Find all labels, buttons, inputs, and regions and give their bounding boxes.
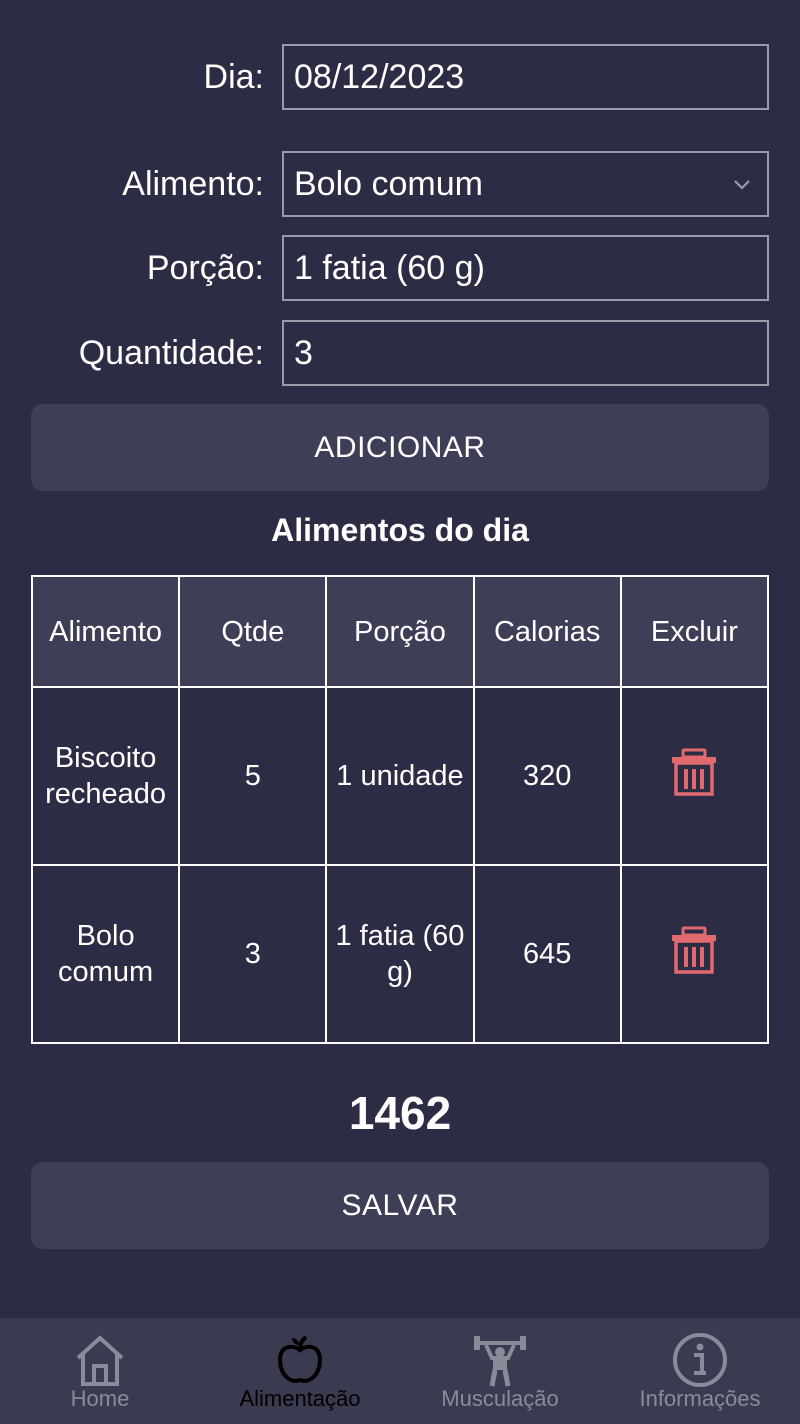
nav-item-alimentacao[interactable]: Alimentação bbox=[200, 1318, 400, 1424]
save-button[interactable]: SALVAR bbox=[31, 1162, 769, 1249]
chevron-down-icon bbox=[734, 180, 750, 190]
form-row-quantidade: Quantidade: 3 bbox=[0, 320, 800, 386]
form-row-alimento: Alimento: Bolo comum bbox=[0, 151, 800, 217]
porcao-input[interactable]: 1 fatia (60 g) bbox=[282, 235, 769, 301]
cell-porcao: 1 fatia (60 g) bbox=[325, 864, 475, 1044]
cell-alimento: Biscoito recheado bbox=[30, 686, 181, 866]
alimento-select[interactable]: Bolo comum bbox=[282, 151, 769, 217]
cell-calorias: 645 bbox=[472, 864, 622, 1044]
total-calories: 1462 bbox=[348, 1087, 452, 1139]
col-header-porcao: Porção bbox=[325, 575, 475, 688]
dia-input[interactable]: 08/12/2023 bbox=[282, 44, 769, 110]
table-row: Biscoito recheado 5 1 unidade 320 bbox=[30, 686, 770, 866]
food-table: Alimento Qtde Porção Calorias Excluir Bi… bbox=[30, 575, 770, 1044]
section-title: Alimentos do dia bbox=[271, 512, 529, 548]
col-header-alimento: Alimento bbox=[30, 575, 181, 688]
form-row-dia: Dia: 08/12/2023 bbox=[0, 44, 800, 110]
col-header-calorias: Calorias bbox=[472, 575, 622, 688]
apple-icon bbox=[277, 1335, 323, 1383]
cell-qtde: 3 bbox=[178, 864, 328, 1044]
food-log-page: Dia: 08/12/2023 Alimento: Bolo comum Por… bbox=[0, 0, 800, 1424]
table-row: Bolo comum 3 1 fatia (60 g) 645 bbox=[30, 864, 770, 1044]
bottom-nav: Home Alimentação Musculação Informações bbox=[0, 1318, 800, 1424]
alimento-select-value: Bolo comum bbox=[294, 165, 483, 203]
porcao-label: Porção: bbox=[146, 249, 264, 287]
info-icon bbox=[673, 1333, 727, 1387]
cell-alimento: Bolo comum bbox=[30, 864, 181, 1044]
nav-label-informacoes: Informações bbox=[639, 1386, 761, 1411]
nav-item-home[interactable]: Home bbox=[0, 1318, 200, 1424]
cell-qtde: 5 bbox=[178, 686, 328, 866]
nav-item-informacoes[interactable]: Informações bbox=[600, 1318, 800, 1424]
nav-item-musculacao[interactable]: Musculação bbox=[400, 1318, 600, 1424]
alimento-label: Alimento: bbox=[122, 165, 264, 203]
quantidade-label: Quantidade: bbox=[78, 334, 264, 372]
add-button[interactable]: ADICIONAR bbox=[31, 404, 769, 491]
cell-excluir bbox=[619, 686, 770, 866]
trash-icon[interactable] bbox=[670, 748, 718, 796]
col-header-excluir: Excluir bbox=[619, 575, 770, 688]
trash-icon[interactable] bbox=[670, 926, 718, 974]
cell-porcao: 1 unidade bbox=[325, 686, 475, 866]
nav-label-alimentacao: Alimentação bbox=[239, 1386, 361, 1411]
home-icon bbox=[76, 1336, 124, 1386]
cell-calorias: 320 bbox=[472, 686, 622, 866]
weightlifter-icon bbox=[474, 1336, 526, 1387]
cell-excluir bbox=[619, 864, 770, 1044]
form-row-porcao: Porção: 1 fatia (60 g) bbox=[0, 235, 800, 301]
table-header-row: Alimento Qtde Porção Calorias Excluir bbox=[30, 575, 770, 688]
dia-label: Dia: bbox=[203, 58, 264, 96]
nav-label-musculacao: Musculação bbox=[441, 1386, 559, 1411]
col-header-qtde: Qtde bbox=[178, 575, 328, 688]
nav-label-home: Home bbox=[70, 1386, 130, 1411]
quantidade-input[interactable]: 3 bbox=[282, 320, 769, 386]
